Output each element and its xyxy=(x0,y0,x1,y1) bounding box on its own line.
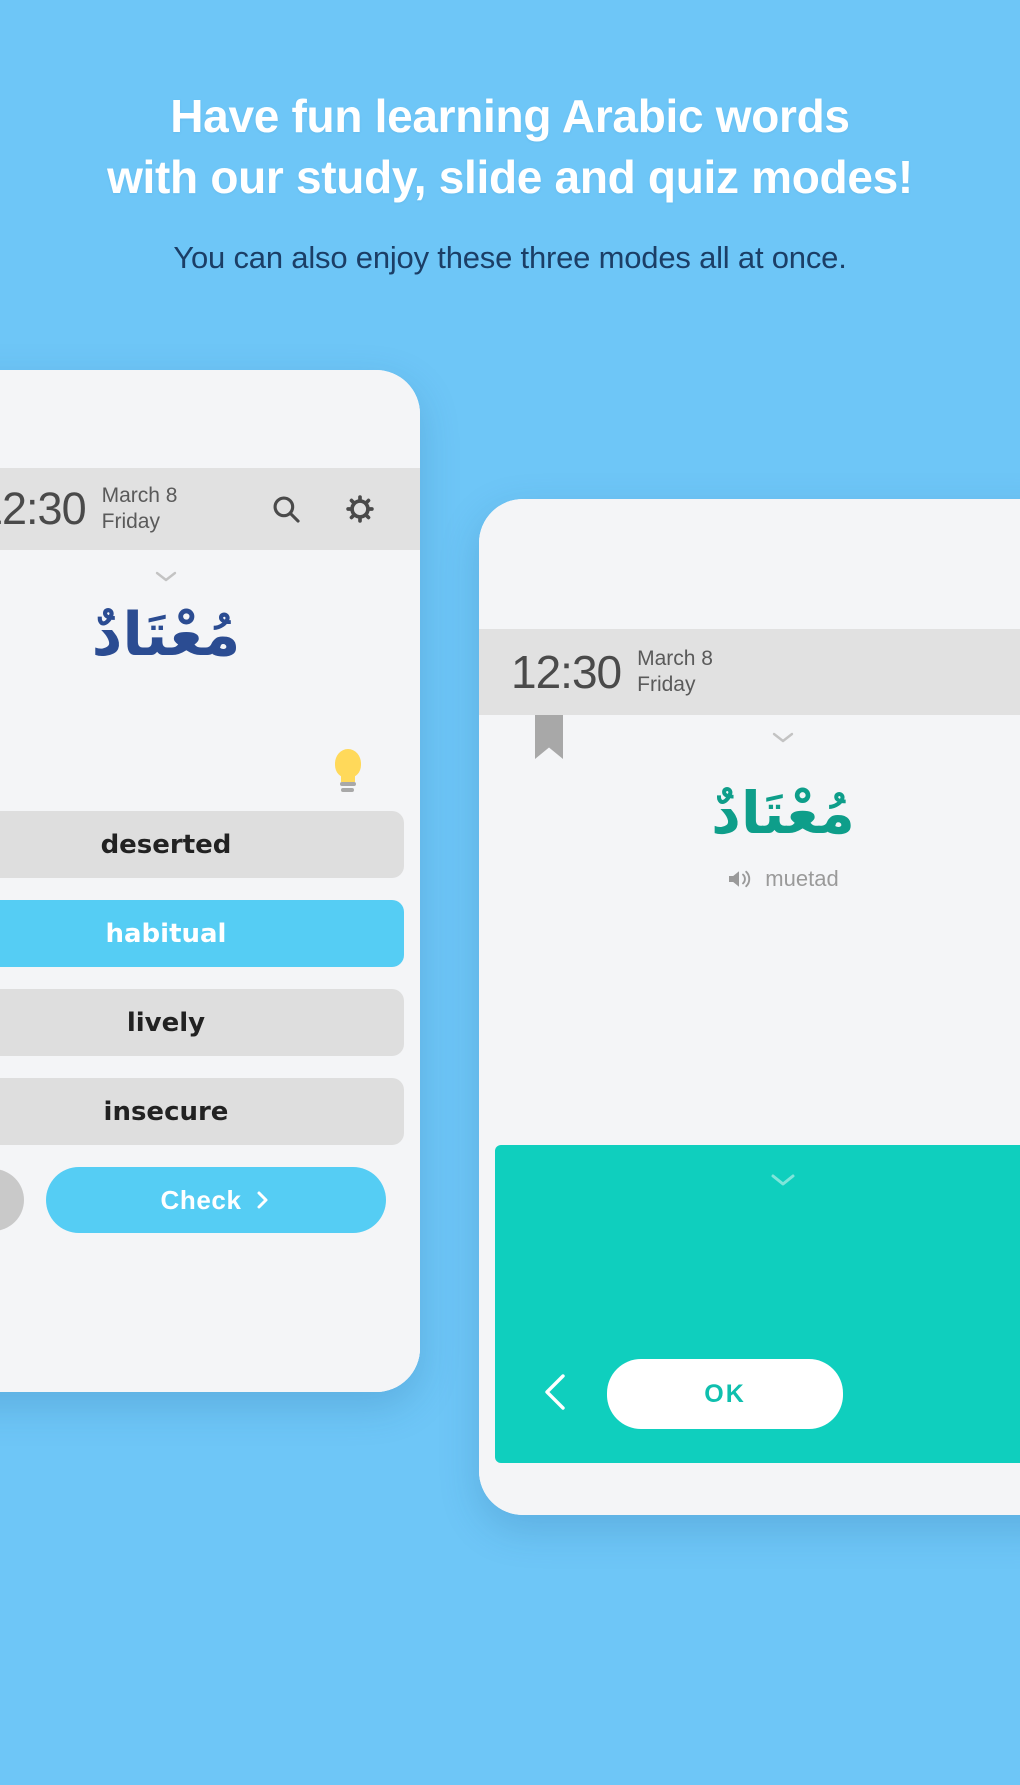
quiz-options-list: deserted habitual lively insecure xyxy=(0,811,420,1145)
chevron-down-icon[interactable] xyxy=(0,568,420,584)
study-top-row xyxy=(479,715,1020,771)
study-card-actions: OK xyxy=(495,1359,1020,1463)
speaker-icon xyxy=(729,870,751,887)
quiz-phone-mockup: 12:30 March 8 Friday xyxy=(0,370,420,1392)
quiz-clock: 12:30 xyxy=(0,483,87,534)
quiz-content: مُعْتَادٌ deserted habitual lively insec… xyxy=(0,550,420,1392)
headline-line-1: Have fun learning Arabic words xyxy=(170,90,850,142)
quiz-option-label: deserted xyxy=(100,829,232,860)
lightbulb-icon[interactable] xyxy=(332,749,364,792)
study-content: مُعْتَادٌ muetad OK xyxy=(479,715,1020,1515)
check-button[interactable]: Check xyxy=(46,1167,386,1233)
quiz-weekday: Friday xyxy=(101,510,160,533)
study-screen: 12:30 March 8 Friday مُعْتَادٌ muetad OK xyxy=(479,499,1020,1515)
pronunciation-text: muetad xyxy=(765,865,839,891)
quiz-option-2[interactable]: lively xyxy=(0,989,404,1056)
chevron-down-icon[interactable] xyxy=(479,729,1020,745)
quiz-option-label: insecure xyxy=(103,1096,229,1127)
search-icon[interactable] xyxy=(266,489,306,529)
quiz-arabic-word: مُعْتَادٌ xyxy=(91,600,241,670)
check-button-label: Check xyxy=(160,1184,242,1215)
quiz-date: March 8 xyxy=(101,484,178,508)
quiz-option-label: lively xyxy=(126,1007,206,1038)
ok-button[interactable]: OK xyxy=(607,1359,843,1429)
quiz-option-3[interactable]: insecure xyxy=(0,1078,404,1145)
chevron-left-icon[interactable] xyxy=(539,1370,573,1419)
gear-icon[interactable] xyxy=(340,489,380,529)
study-date: March 8 xyxy=(637,647,713,671)
ok-button-label: OK xyxy=(704,1379,746,1408)
quiz-statusbar: 12:30 March 8 Friday xyxy=(0,468,420,550)
study-weekday: Friday xyxy=(637,673,696,696)
study-answer-card: OK xyxy=(495,1145,1020,1463)
quiz-statusbar-actions xyxy=(266,489,380,529)
quiz-option-0[interactable]: deserted xyxy=(0,811,404,878)
quiz-option-1[interactable]: habitual xyxy=(0,900,404,967)
chevron-right-icon xyxy=(257,1191,268,1209)
promo-header: Have fun learning Arabic words with our … xyxy=(0,86,1020,276)
quiz-date-block: March 8 Friday xyxy=(102,483,178,534)
promo-subhead: You can also enjoy these three modes all… xyxy=(173,240,847,276)
study-clock: 12:30 xyxy=(511,646,622,698)
chevron-down-icon[interactable] xyxy=(495,1145,1020,1189)
headline-line-2: with our study, slide and quiz modes! xyxy=(107,151,913,204)
quiz-screen: 12:30 March 8 Friday xyxy=(0,370,420,1392)
study-date-block: March 8 Friday xyxy=(637,646,713,697)
study-phone-mockup: 12:30 March 8 Friday مُعْتَادٌ muetad OK xyxy=(479,499,1020,1515)
study-arabic-word: مُعْتَادٌ xyxy=(711,779,855,847)
hint-row xyxy=(0,749,420,792)
quiz-bottom-bar: Check xyxy=(0,1167,420,1233)
audio-toggle[interactable] xyxy=(0,1169,24,1231)
quiz-option-label: habitual xyxy=(105,918,227,949)
pronunciation-row[interactable]: muetad xyxy=(479,866,1020,892)
study-statusbar: 12:30 March 8 Friday xyxy=(479,629,1020,715)
